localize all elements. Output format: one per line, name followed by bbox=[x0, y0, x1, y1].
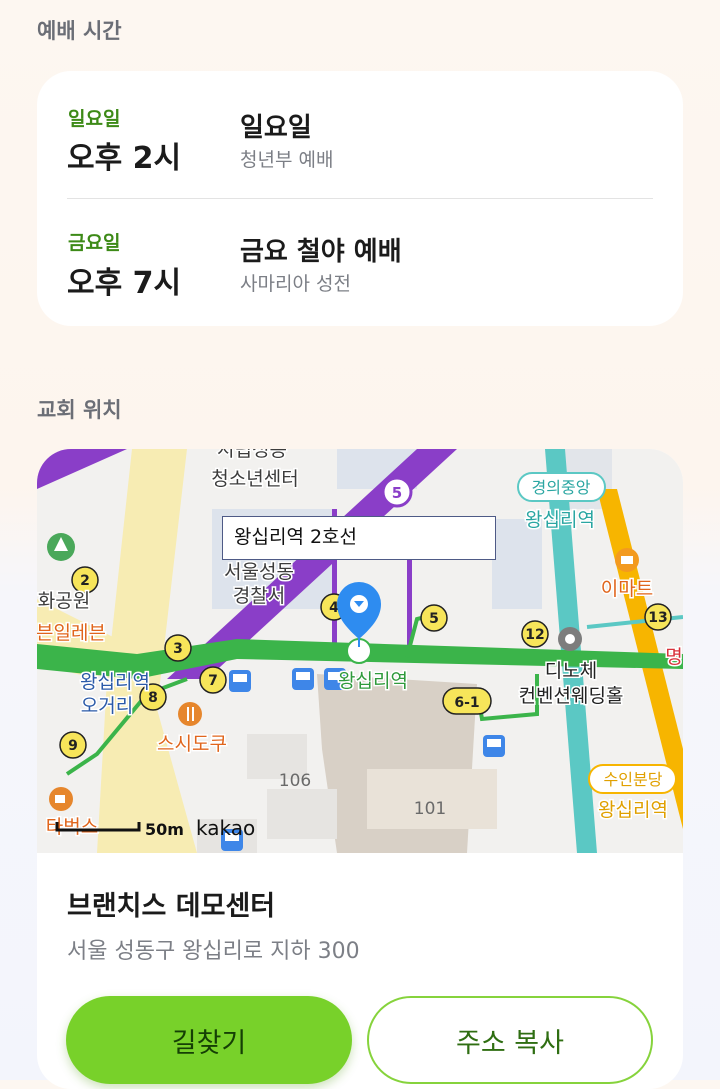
service-row: 금요일 오후 7시 금요 철야 예배 사마리아 성전 bbox=[37, 198, 683, 318]
map-label: 청소년센터 bbox=[211, 468, 298, 490]
map-label: 븐일레븐 bbox=[37, 622, 106, 644]
exit-label: 12 bbox=[525, 627, 544, 643]
location-section-title: 교회 위치 bbox=[37, 398, 122, 422]
service-name: 일요일 bbox=[240, 113, 312, 143]
map-label: 디노체 bbox=[545, 660, 597, 682]
scale-label: 50m bbox=[145, 820, 184, 839]
copy-address-button[interactable]: 주소 복사 bbox=[367, 996, 653, 1084]
map-label: 스시도쿠 bbox=[157, 733, 227, 755]
worship-section-title: 예배 시간 bbox=[37, 19, 122, 43]
service-time: 오후 2시 bbox=[67, 141, 182, 176]
service-day: 일요일 bbox=[68, 108, 121, 130]
map-label: 왕십리역 bbox=[525, 509, 595, 531]
place-name: 브랜치스 데모센터 bbox=[67, 891, 276, 922]
map-label: 명 bbox=[665, 646, 682, 668]
place-address: 서울 성동구 왕십리로 지하 300 bbox=[67, 939, 360, 964]
line-badge: 수인분당 bbox=[604, 770, 663, 789]
service-row: 일요일 오후 2시 일요일 청년부 예배 bbox=[37, 71, 683, 191]
map-label: 컨벤션웨딩홀 bbox=[519, 685, 624, 707]
service-place: 청년부 예배 bbox=[240, 149, 334, 171]
service-name: 금요 철야 예배 bbox=[240, 237, 402, 267]
map-view[interactable]: 2 3 4 5 6-1 7 8 9 12 13 5 시립성동 청소년센터 서울성… bbox=[37, 449, 683, 853]
map-tooltip: 왕십리역 2호선 bbox=[222, 516, 496, 560]
exit-label: 9 bbox=[68, 738, 78, 754]
map-label: 타벅스 bbox=[46, 816, 98, 838]
map-label: 경찰서 bbox=[233, 585, 285, 607]
exit-label: 13 bbox=[648, 610, 667, 626]
map-label: 왕십리역 bbox=[338, 670, 408, 692]
line-badge: 경의중앙 bbox=[532, 478, 591, 497]
exit-label: 7 bbox=[208, 673, 218, 689]
restaurant-icon bbox=[178, 702, 202, 726]
map-label: 화공원 bbox=[38, 590, 90, 612]
building-label: 101 bbox=[414, 799, 446, 819]
exit-label: 2 bbox=[80, 573, 90, 589]
service-time: 오후 7시 bbox=[67, 266, 182, 301]
exit-label: 3 bbox=[173, 641, 183, 657]
exit-label: 5 bbox=[429, 611, 439, 627]
worship-card: 일요일 오후 2시 일요일 청년부 예배 금요일 오후 7시 금요 철야 예배 … bbox=[37, 71, 683, 326]
map-label: 시립성동 bbox=[217, 449, 287, 461]
map-label: 오거리 bbox=[81, 695, 133, 717]
service-place: 사마리아 성전 bbox=[240, 273, 351, 295]
location-card: 2 3 4 5 6-1 7 8 9 12 13 5 시립성동 청소년센터 서울성… bbox=[37, 449, 683, 1089]
kakao-logo: kakao bbox=[196, 816, 255, 840]
map-label: 왕십리역 bbox=[598, 799, 668, 821]
map-label: 서울성동 bbox=[224, 561, 294, 583]
map-label: 이마트 bbox=[601, 578, 653, 600]
building-label: 106 bbox=[279, 771, 311, 791]
map-label: 왕십리역 bbox=[80, 671, 150, 693]
map-canvas[interactable]: 2 3 4 5 6-1 7 8 9 12 13 5 시립성동 청소년센터 서울성… bbox=[37, 449, 683, 853]
exit-label: 6-1 bbox=[454, 695, 479, 711]
service-day: 금요일 bbox=[68, 232, 121, 254]
line5-badge: 5 bbox=[392, 484, 402, 502]
directions-button[interactable]: 길찾기 bbox=[66, 996, 352, 1084]
